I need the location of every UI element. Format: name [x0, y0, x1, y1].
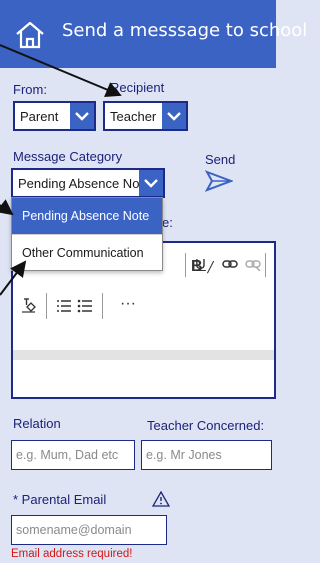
link-icon[interactable]: [222, 257, 238, 275]
toolbar-divider: [265, 253, 266, 277]
bulleted-list-icon[interactable]: [77, 299, 93, 317]
chevron-down-icon[interactable]: [139, 170, 163, 196]
send-icon[interactable]: [204, 170, 234, 197]
underline-icon[interactable]: U: [195, 256, 206, 273]
send-label[interactable]: Send: [205, 152, 235, 167]
warning-icon: [151, 490, 171, 512]
message-label-fragment: e:: [162, 215, 173, 230]
parental-email-label: * Parental Email: [13, 492, 107, 507]
chevron-down-icon[interactable]: [70, 103, 94, 129]
page-title: Send a messsage to school: [62, 20, 308, 41]
teacher-concerned-label: Teacher Concerned:: [147, 418, 265, 433]
chevron-down-icon[interactable]: [162, 103, 186, 129]
home-icon[interactable]: [14, 20, 46, 50]
numbered-list-icon[interactable]: [56, 299, 72, 317]
toolbar-divider: [46, 293, 47, 319]
relation-input[interactable]: e.g. Mum, Dad etc: [11, 440, 135, 470]
message-category-value: Pending Absence Note: [18, 175, 139, 191]
teacher-concerned-input[interactable]: e.g. Mr Jones: [141, 440, 272, 470]
recipient-label: Recipient: [110, 80, 165, 95]
relation-label: Relation: [13, 416, 61, 431]
message-category-dropdown[interactable]: Pending Absence Note: [11, 168, 165, 198]
message-category-label: Message Category: [13, 149, 123, 164]
more-icon[interactable]: ···: [120, 295, 136, 313]
italic-icon[interactable]: /: [208, 258, 213, 276]
recipient-dropdown[interactable]: Teacher: [103, 101, 188, 131]
menu-option-other-communication[interactable]: Other Communication: [12, 234, 162, 270]
from-value: Parent: [20, 108, 59, 124]
toolbar-divider: [102, 293, 103, 319]
editor-toolbar-bottom-bar: [13, 350, 274, 360]
email-error-message: Email address required!: [11, 548, 133, 560]
recipient-value: Teacher: [110, 108, 157, 124]
menu-option-pending-absence-note[interactable]: Pending Absence Note: [12, 198, 162, 234]
parental-email-input[interactable]: somename@domain: [11, 515, 167, 545]
toolbar-divider: [185, 253, 186, 277]
unlink-icon[interactable]: [245, 257, 261, 275]
app-header: Send a messsage to school: [0, 0, 307, 68]
category-dropdown-menu: Pending Absence Note Other Communication: [11, 197, 163, 271]
clear-format-icon[interactable]: [21, 297, 37, 317]
from-dropdown[interactable]: Parent: [13, 101, 96, 131]
from-label: From:: [13, 82, 47, 97]
